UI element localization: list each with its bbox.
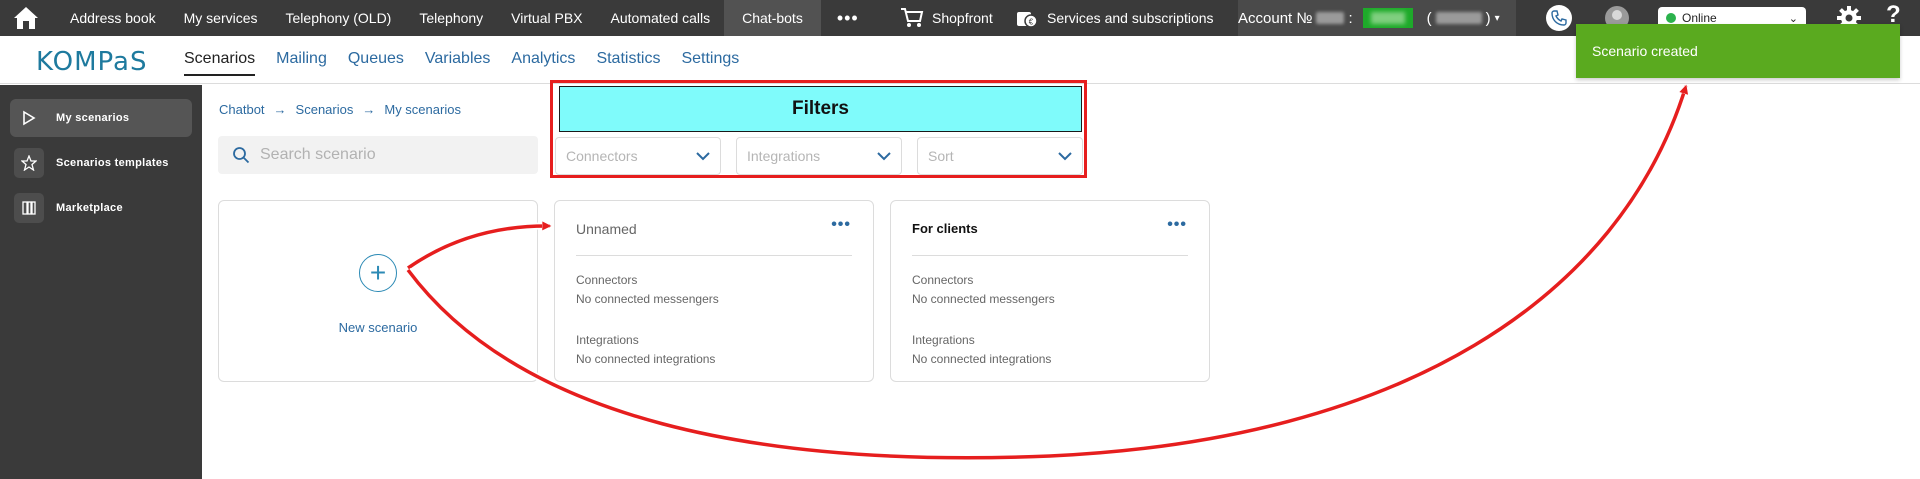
integrations-value: No connected integrations xyxy=(912,352,1052,366)
section-tabs: Scenarios Mailing Queues Variables Analy… xyxy=(184,50,739,76)
services-label: Services and subscriptions xyxy=(1047,10,1214,26)
search-icon xyxy=(233,147,250,164)
nav-chat-bots[interactable]: Chat-bots xyxy=(724,0,821,36)
phone-button[interactable] xyxy=(1546,5,1572,31)
breadcrumb-my-scenarios: My scenarios xyxy=(384,102,461,117)
sidebar-item-marketplace[interactable]: Marketplace xyxy=(10,189,192,227)
integrations-label: Integrations xyxy=(576,333,639,347)
home-icon xyxy=(14,7,38,29)
home-button[interactable] xyxy=(0,0,52,36)
status-dot xyxy=(1666,13,1676,23)
sidebar-item-my-scenarios[interactable]: My scenarios xyxy=(10,99,192,137)
connectors-dropdown[interactable]: Connectors xyxy=(555,137,721,175)
sidebar-item-label: Marketplace xyxy=(56,202,123,214)
star-icon xyxy=(14,148,44,178)
chevron-down-icon xyxy=(877,151,891,160)
nav-address-book[interactable]: Address book xyxy=(52,0,170,36)
nav-my-services[interactable]: My services xyxy=(170,0,272,36)
sidebar-item-label: Scenarios templates xyxy=(56,157,169,169)
dropdown-label: Integrations xyxy=(747,148,821,164)
cart-icon xyxy=(901,8,924,27)
marketplace-icon xyxy=(14,193,44,223)
services-icon: € xyxy=(1017,12,1038,28)
tab-settings[interactable]: Settings xyxy=(681,50,739,76)
integrations-value: No connected integrations xyxy=(576,352,716,366)
status-label: Online xyxy=(1682,11,1717,25)
shopfront-link[interactable]: Shopfront xyxy=(900,0,993,36)
account-paren-open: ( xyxy=(1426,9,1432,27)
card-divider xyxy=(576,255,852,256)
card-more-button[interactable]: ••• xyxy=(1167,216,1187,234)
nav-telephony[interactable]: Telephony xyxy=(405,0,497,36)
connectors-label: Connectors xyxy=(912,273,974,287)
tab-queues[interactable]: Queues xyxy=(348,50,404,76)
chevron-down-icon: ▾ xyxy=(1494,12,1500,24)
breadcrumb-chatbot[interactable]: Chatbot xyxy=(219,102,265,117)
phone-icon xyxy=(1551,10,1567,26)
nav-more-button[interactable]: ••• xyxy=(821,0,875,36)
connectors-label: Connectors xyxy=(576,273,638,287)
sidebar-item-label: My scenarios xyxy=(56,112,130,124)
connectors-value: No connected messengers xyxy=(912,292,1055,306)
account-colon: : xyxy=(1348,9,1353,27)
services-link[interactable]: € Services and subscriptions xyxy=(1015,0,1214,36)
account-number-redacted xyxy=(1316,12,1345,24)
integrations-label: Integrations xyxy=(912,333,975,347)
scenario-card[interactable]: For clients ••• Connectors No connected … xyxy=(890,200,1210,382)
filters-annotation-box: Filters Connectors Integrations Sort xyxy=(550,80,1087,178)
scenario-title[interactable]: For clients xyxy=(912,221,978,236)
arrow-right-icon: → xyxy=(273,102,287,117)
connectors-value: No connected messengers xyxy=(576,292,719,306)
search-input[interactable] xyxy=(260,146,520,164)
arrow-right-icon: → xyxy=(362,102,376,117)
breadcrumb-scenarios[interactable]: Scenarios xyxy=(296,102,354,117)
chevron-down-icon: ⌄ xyxy=(1788,12,1798,25)
scenario-card[interactable]: Unnamed ••• Connectors No connected mess… xyxy=(554,200,874,382)
account-label: Account № xyxy=(1238,9,1313,27)
tab-analytics[interactable]: Analytics xyxy=(511,50,575,76)
tab-scenarios[interactable]: Scenarios xyxy=(184,50,256,76)
filters-title: Filters xyxy=(559,86,1082,132)
dropdown-label: Connectors xyxy=(566,148,638,164)
account-name-redacted xyxy=(1435,12,1482,24)
play-icon xyxy=(14,103,44,133)
sidebar: My scenarios Scenarios templates Marketp… xyxy=(0,85,202,479)
nav-automated-calls[interactable]: Automated calls xyxy=(597,0,725,36)
new-scenario-card[interactable]: + New scenario xyxy=(218,200,538,382)
account-paren-close: ) xyxy=(1485,9,1491,27)
new-scenario-label[interactable]: New scenario xyxy=(219,320,537,335)
balance-chip-redacted xyxy=(1362,8,1413,28)
sidebar-item-scenarios-templates[interactable]: Scenarios templates xyxy=(10,144,192,182)
chevron-down-icon xyxy=(1058,151,1072,160)
chevron-down-icon xyxy=(696,151,710,160)
tab-mailing[interactable]: Mailing xyxy=(276,50,327,76)
scenario-title[interactable]: Unnamed xyxy=(576,221,637,237)
nav-telephony-old[interactable]: Telephony (OLD) xyxy=(272,0,406,36)
card-divider xyxy=(912,255,1188,256)
account-menu[interactable]: Account № : ( ) ▾ xyxy=(1238,0,1516,36)
dropdown-label: Sort xyxy=(928,148,954,164)
tab-statistics[interactable]: Statistics xyxy=(596,50,660,76)
kompas-logo[interactable]: KOMPaS xyxy=(36,47,147,77)
plus-icon[interactable]: + xyxy=(359,254,397,292)
shopfront-label: Shopfront xyxy=(932,10,993,26)
card-more-button[interactable]: ••• xyxy=(831,216,851,234)
breadcrumb: Chatbot → Scenarios → My scenarios xyxy=(219,102,461,117)
nav-virtual-pbx[interactable]: Virtual PBX xyxy=(497,0,596,36)
svg-text:€: € xyxy=(1029,18,1034,27)
main-nav: Address book My services Telephony (OLD)… xyxy=(52,0,875,36)
scenario-created-toast[interactable]: Scenario created xyxy=(1576,24,1900,78)
sort-dropdown[interactable]: Sort xyxy=(917,137,1083,175)
integrations-dropdown[interactable]: Integrations xyxy=(736,137,902,175)
tab-variables[interactable]: Variables xyxy=(425,50,491,76)
search-box xyxy=(218,136,538,174)
